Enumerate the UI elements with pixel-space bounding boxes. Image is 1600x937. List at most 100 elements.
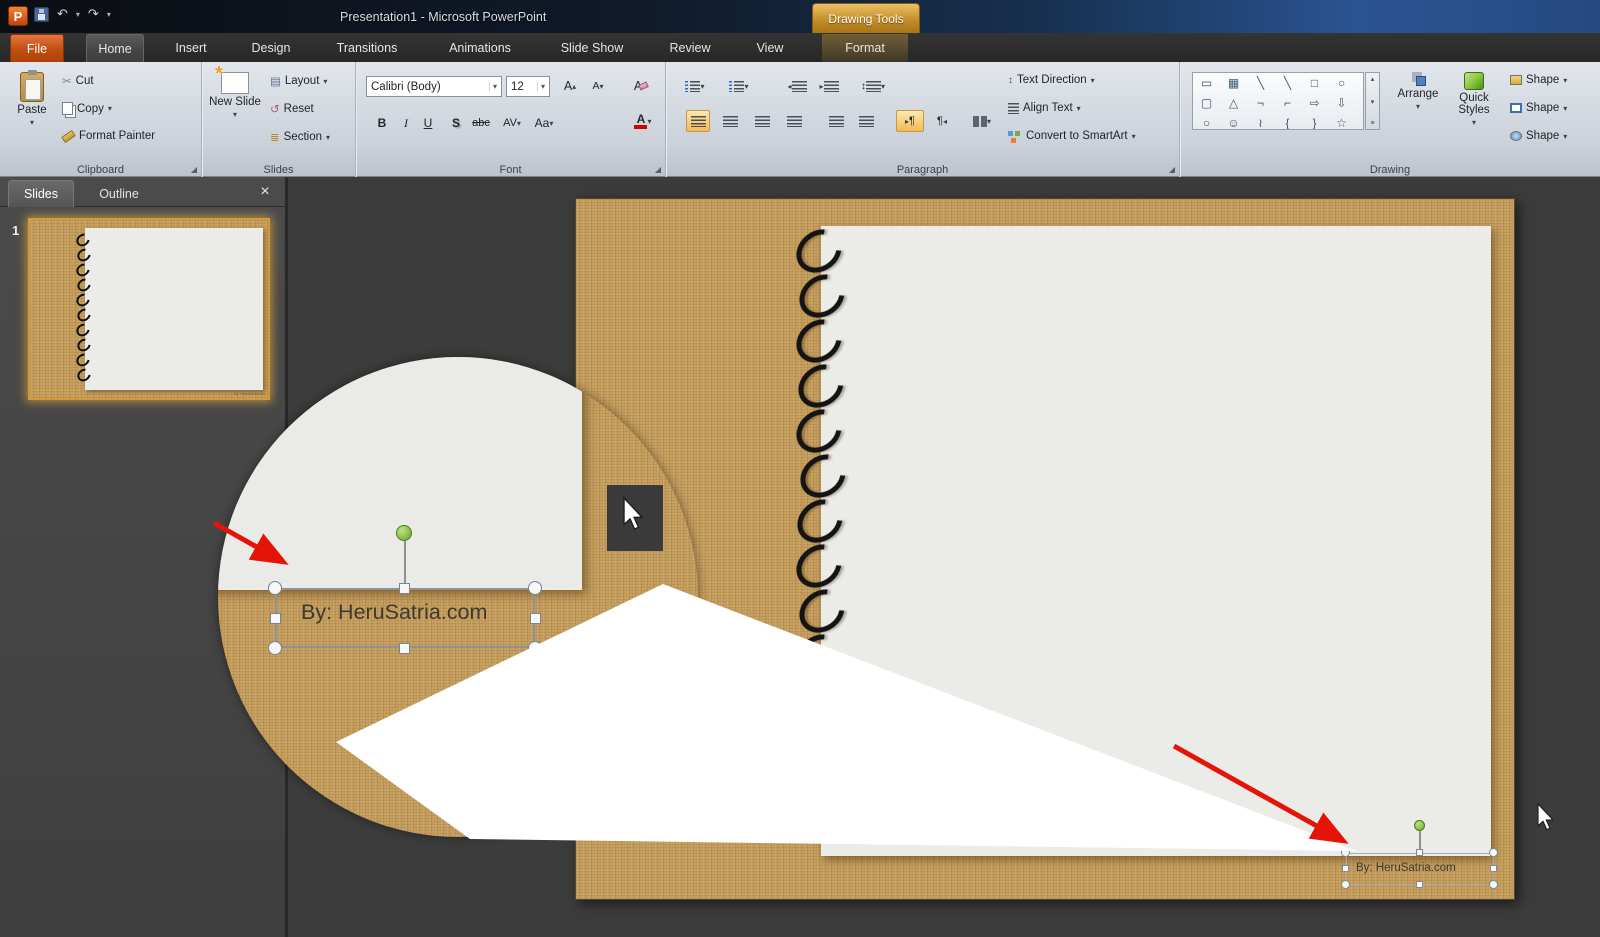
numbering-button[interactable]: ▾: [724, 75, 754, 97]
shape-cell[interactable]: ¬: [1247, 93, 1274, 113]
format-painter-button[interactable]: Format Painter: [58, 128, 159, 144]
corner-handle-se[interactable]: [1489, 880, 1498, 889]
pane-tab-outline[interactable]: Outline: [80, 180, 158, 207]
reset-button[interactable]: ↺ Reset: [266, 100, 318, 118]
shape-cell[interactable]: ○: [1328, 73, 1355, 93]
pane-close-button[interactable]: ×: [255, 182, 275, 202]
shape-cell[interactable]: ▭: [1193, 73, 1220, 93]
paragraph-dialog-launcher[interactable]: ◢: [1169, 165, 1175, 174]
columns-button[interactable]: ▾: [966, 110, 998, 132]
shape-cell[interactable]: ╲: [1247, 73, 1274, 93]
shape-cell[interactable]: ○: [1193, 113, 1220, 129]
character-spacing-button[interactable]: AV ▾: [498, 112, 526, 134]
clipboard-dialog-launcher[interactable]: ◢: [191, 165, 197, 174]
gallery-scroll-down-icon[interactable]: ▾: [1371, 98, 1375, 106]
arrange-button[interactable]: Arrange ▾: [1392, 68, 1444, 111]
rotate-handle[interactable]: [1414, 820, 1425, 831]
paste-button[interactable]: Paste ▾: [8, 68, 56, 127]
mid-handle-right[interactable]: [1490, 865, 1497, 872]
shape-cell[interactable]: }: [1301, 113, 1328, 129]
shrink-font-button[interactable]: A ▾: [586, 75, 610, 97]
undo-icon[interactable]: ↶: [57, 6, 68, 22]
underline-button[interactable]: U: [416, 112, 440, 134]
distributed-button[interactable]: [824, 110, 848, 132]
redo-icon[interactable]: ↷: [88, 6, 99, 22]
right-to-left-button[interactable]: ¶ ◂: [928, 110, 956, 132]
tab-transitions[interactable]: Transitions: [320, 34, 414, 62]
shape-cell[interactable]: ⌐: [1274, 93, 1301, 113]
slide[interactable]: By: HeruSatria.com: [575, 198, 1515, 900]
new-slide-button[interactable]: * New Slide ▾: [208, 63, 262, 119]
shapes-gallery[interactable]: ▭ ▦ ╲ ╲ □ ○ ▢ △ ¬ ⌐ ⇨ ⇩ ○ ☺ ≀ { } ☆: [1192, 72, 1364, 130]
shape-cell[interactable]: ⇨: [1301, 93, 1328, 113]
tab-home[interactable]: Home: [86, 34, 144, 62]
increase-indent-button[interactable]: ▸: [816, 75, 842, 97]
tab-view[interactable]: View: [742, 34, 798, 62]
shape-cell[interactable]: ╲: [1274, 73, 1301, 93]
font-name-dropdown-icon[interactable]: ▾: [488, 82, 497, 91]
convert-to-smartart-button[interactable]: Convert to SmartArt ▾: [1004, 128, 1140, 144]
align-center-button[interactable]: [718, 110, 742, 132]
left-to-right-button[interactable]: ▸ ¶: [896, 110, 924, 132]
align-text-button[interactable]: Align Text ▾: [1004, 100, 1085, 116]
shape-cell[interactable]: ▢: [1193, 93, 1220, 113]
qat-customize-icon[interactable]: ▾: [107, 10, 111, 19]
bold-button[interactable]: B: [370, 112, 394, 134]
corner-handle-ne[interactable]: [1489, 848, 1498, 857]
shape-cell[interactable]: ▦: [1220, 73, 1247, 93]
mid-handle-top[interactable]: [1416, 849, 1423, 856]
undo-dropdown-icon[interactable]: ▾: [76, 10, 80, 19]
quick-styles-button[interactable]: Quick Styles ▾: [1448, 68, 1500, 127]
powerpoint-app-icon[interactable]: P: [8, 6, 28, 26]
tab-animations[interactable]: Animations: [432, 34, 528, 62]
font-name-combo[interactable]: Calibri (Body) ▾: [366, 76, 502, 97]
shape-effects-button[interactable]: Shape ▾: [1506, 128, 1571, 144]
shape-cell[interactable]: ☺: [1220, 113, 1247, 129]
font-dialog-launcher[interactable]: ◢: [655, 165, 661, 174]
mid-handle-bottom[interactable]: [1416, 881, 1423, 888]
shapes-gallery-scrollbar[interactable]: ▴ ▾ ≡: [1365, 72, 1380, 130]
add-remove-columns-button[interactable]: [854, 110, 878, 132]
gallery-scroll-up-icon[interactable]: ▴: [1371, 75, 1375, 83]
justify-button[interactable]: [782, 110, 806, 132]
shape-fill-button[interactable]: Shape ▾: [1506, 72, 1571, 88]
corner-handle-sw[interactable]: [1341, 880, 1350, 889]
cut-button[interactable]: ✂ Cut: [58, 72, 98, 90]
tab-format[interactable]: Format: [822, 34, 908, 62]
align-right-button[interactable]: [750, 110, 774, 132]
text-direction-button[interactable]: ↕ Text Direction ▾: [1004, 72, 1099, 88]
bullets-button[interactable]: ▾: [680, 75, 710, 97]
clear-formatting-button[interactable]: A: [626, 75, 656, 97]
align-left-button[interactable]: [686, 110, 710, 132]
gallery-more-icon[interactable]: ≡: [1370, 120, 1374, 127]
shape-cell[interactable]: ⇩: [1328, 93, 1355, 113]
shape-cell[interactable]: ☆: [1328, 113, 1355, 129]
font-size-combo[interactable]: 12 ▾: [506, 76, 550, 97]
tab-design[interactable]: Design: [240, 34, 302, 62]
tab-slide-show[interactable]: Slide Show: [546, 34, 638, 62]
shape-cell[interactable]: □: [1301, 73, 1328, 93]
corner-handle-nw[interactable]: [1341, 848, 1350, 857]
strikethrough-button[interactable]: abc: [466, 112, 496, 134]
shape-cell[interactable]: △: [1220, 93, 1247, 113]
section-button[interactable]: ≣ Section ▾: [266, 128, 334, 146]
mid-handle-left[interactable]: [1342, 865, 1349, 872]
font-size-dropdown-icon[interactable]: ▾: [536, 82, 545, 91]
tab-insert[interactable]: Insert: [162, 34, 220, 62]
font-color-button[interactable]: A ▾: [628, 110, 658, 132]
shape-cell[interactable]: ≀: [1247, 113, 1274, 129]
italic-button[interactable]: I: [394, 112, 418, 134]
layout-button[interactable]: ▤ Layout ▾: [266, 72, 331, 90]
decrease-indent-button[interactable]: ◂: [784, 75, 810, 97]
text-shadow-button[interactable]: S: [444, 112, 468, 134]
tab-review[interactable]: Review: [656, 34, 724, 62]
line-spacing-button[interactable]: ↕ ▾: [856, 75, 890, 97]
copy-button[interactable]: Copy ▾: [58, 100, 116, 117]
shape-cell[interactable]: {: [1274, 113, 1301, 129]
save-icon[interactable]: [34, 6, 49, 22]
grow-font-button[interactable]: A ▴: [558, 75, 582, 97]
change-case-button[interactable]: Aa ▾: [530, 112, 558, 134]
pane-tab-slides[interactable]: Slides: [8, 180, 74, 207]
tab-file[interactable]: File: [10, 34, 64, 62]
shape-outline-button[interactable]: Shape ▾: [1506, 100, 1571, 116]
